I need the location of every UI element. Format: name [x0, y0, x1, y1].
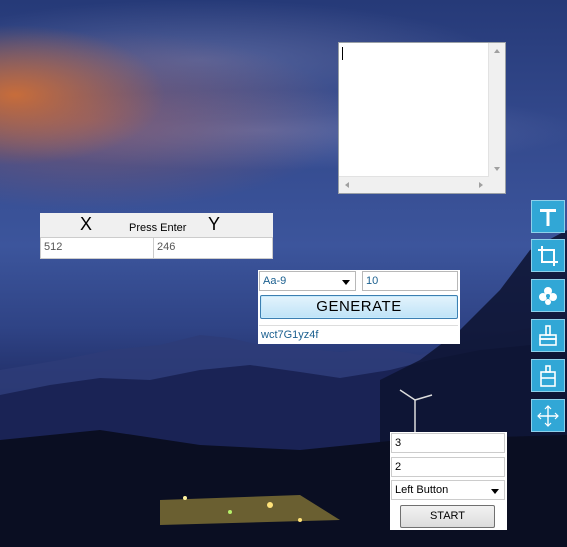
password-generator-panel: Aa-9 10 GENERATE wct7G1yz4f [258, 270, 460, 344]
x-coordinate-input[interactable]: 512 [40, 237, 154, 259]
coordinates-header: X Press Enter Y [40, 213, 273, 237]
clipboard-tool-button[interactable] [531, 359, 565, 392]
crop-icon [538, 246, 558, 266]
notes-textarea[interactable] [338, 42, 506, 194]
text-tool-button[interactable] [531, 200, 565, 233]
chevron-down-icon [342, 280, 350, 285]
generated-output[interactable]: wct7G1yz4f [259, 325, 458, 343]
crop-tool-button[interactable] [531, 239, 565, 272]
scroll-up-icon[interactable] [494, 49, 500, 53]
press-enter-hint: Press Enter [129, 222, 187, 234]
scrollbar-corner [489, 177, 505, 193]
clipboard-icon [540, 365, 556, 387]
brush-icon [539, 325, 557, 346]
click-count-input[interactable]: 3 [391, 433, 505, 453]
mouse-button-value: Left Button [395, 484, 449, 496]
mouse-button-dropdown[interactable]: Left Button [391, 480, 505, 500]
pinwheel-icon [539, 287, 557, 305]
y-label: Y [208, 214, 221, 234]
charset-value: Aa-9 [263, 275, 287, 287]
crosshair-tool-button[interactable] [531, 399, 565, 432]
text-cursor [342, 47, 343, 60]
generate-button[interactable]: GENERATE [260, 295, 458, 319]
auto-clicker-panel: 3 2 Left Button START [390, 432, 507, 530]
charset-dropdown[interactable]: Aa-9 [259, 271, 356, 291]
chevron-down-icon [491, 489, 499, 494]
scroll-left-icon[interactable] [345, 182, 349, 188]
length-input[interactable]: 10 [362, 271, 458, 291]
coordinates-panel: X Press Enter Y 512 246 [40, 213, 273, 259]
color-picker-tool-button[interactable] [531, 279, 565, 312]
scroll-right-icon[interactable] [479, 182, 483, 188]
scroll-down-icon[interactable] [494, 167, 500, 171]
horizontal-scrollbar[interactable] [339, 176, 489, 193]
crosshair-icon [537, 405, 559, 427]
start-button[interactable]: START [400, 505, 495, 528]
vertical-scrollbar[interactable] [488, 43, 505, 177]
brush-tool-button[interactable] [531, 319, 565, 352]
text-T-icon [540, 209, 556, 226]
y-coordinate-input[interactable]: 246 [153, 237, 273, 259]
click-interval-input[interactable]: 2 [391, 457, 505, 477]
x-label: X [80, 214, 93, 234]
